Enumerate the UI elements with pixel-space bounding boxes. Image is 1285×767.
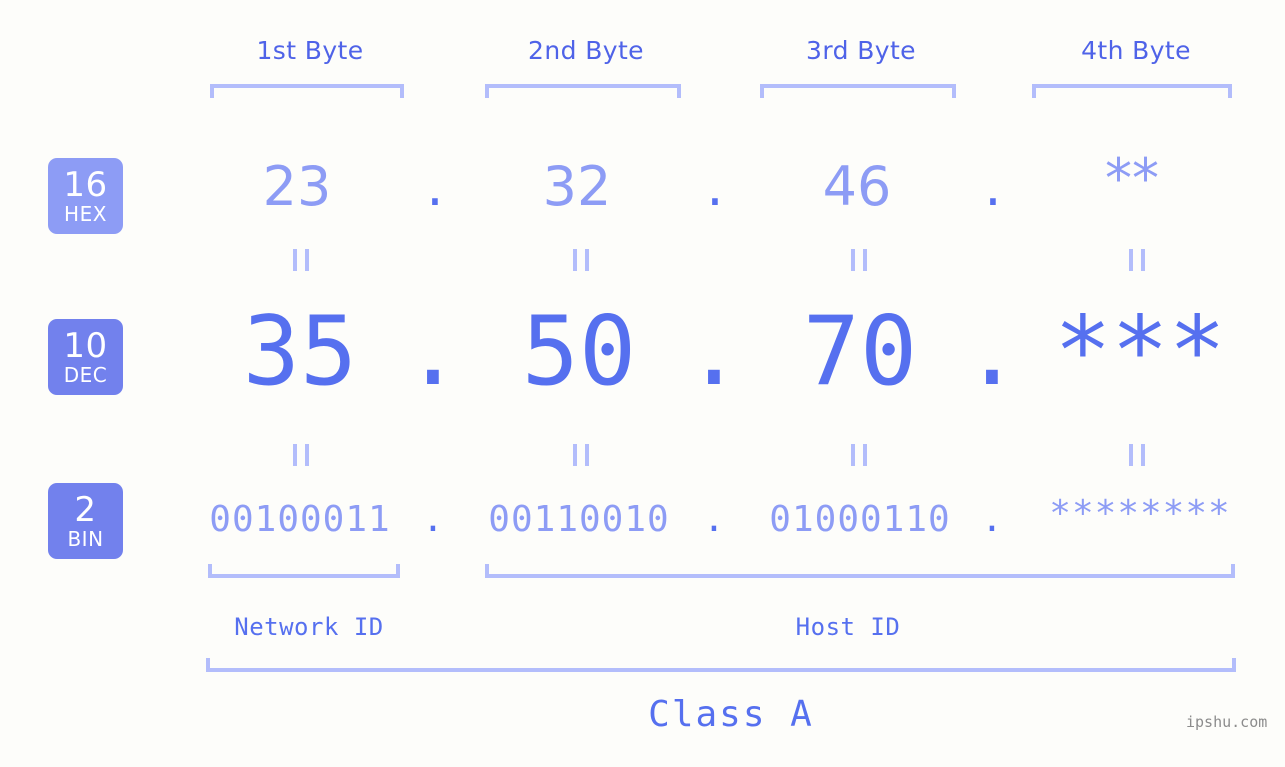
equality-mark-hex-dec-1 <box>281 249 321 271</box>
dec-byte-4: *** <box>1054 297 1226 407</box>
hex-byte-1: 23 <box>262 155 332 218</box>
equality-mark-hex-dec-2 <box>561 249 601 271</box>
watermark: ipshu.com <box>1186 713 1268 731</box>
class-bracket <box>206 658 1236 672</box>
byte-header-2: 2nd Byte <box>528 36 644 65</box>
bin-byte-4: ******** <box>1049 493 1231 534</box>
equality-mark-hex-dec-3 <box>839 249 879 271</box>
host-id-bracket <box>485 564 1235 578</box>
bin-separator-2: . <box>703 499 725 540</box>
bin-separator-1: . <box>422 499 444 540</box>
hex-byte-4: ** <box>1105 147 1159 210</box>
network-id-bracket <box>208 564 400 578</box>
base-badge-dec-number: 10 <box>63 326 108 366</box>
dec-byte-1: 35 <box>242 297 358 407</box>
dec-separator-2: . <box>685 297 743 407</box>
byte-bracket-1 <box>210 84 404 98</box>
hex-separator-1: . <box>426 155 444 218</box>
equality-mark-dec-bin-1 <box>281 444 321 466</box>
bin-byte-1: 00100011 <box>209 499 391 540</box>
dec-separator-3: . <box>963 297 1021 407</box>
byte-bracket-2 <box>485 84 681 98</box>
hex-separator-3: . <box>984 155 1002 218</box>
bin-byte-2: 00110010 <box>488 499 670 540</box>
hex-byte-2: 32 <box>542 155 612 218</box>
base-badge-dec-label: DEC <box>63 363 108 387</box>
class-label: Class A <box>648 694 814 735</box>
network-id-label: Network ID <box>234 613 384 641</box>
dec-separator-1: . <box>404 297 462 407</box>
base-badge-bin-label: BIN <box>67 527 104 551</box>
byte-bracket-4 <box>1032 84 1232 98</box>
base-badge-hex: 16 HEX <box>48 158 123 234</box>
base-badge-bin-number: 2 <box>74 490 97 530</box>
hex-separator-2: . <box>706 155 724 218</box>
bin-separator-3: . <box>981 499 1003 540</box>
byte-header-1: 1st Byte <box>256 36 364 65</box>
diagram-canvas: 1st Byte 2nd Byte 3rd Byte 4th Byte 16 H… <box>0 0 1285 767</box>
byte-header-3: 3rd Byte <box>806 36 916 65</box>
dec-byte-2: 50 <box>521 297 637 407</box>
hex-byte-3: 46 <box>822 155 892 218</box>
bin-byte-3: 01000110 <box>769 499 951 540</box>
byte-header-4: 4th Byte <box>1081 36 1191 65</box>
equality-mark-dec-bin-4 <box>1117 444 1157 466</box>
host-id-label: Host ID <box>795 613 901 641</box>
equality-mark-dec-bin-3 <box>839 444 879 466</box>
base-badge-bin: 2 BIN <box>48 483 123 559</box>
equality-mark-dec-bin-2 <box>561 444 601 466</box>
base-badge-hex-label: HEX <box>64 202 107 226</box>
equality-mark-hex-dec-4 <box>1117 249 1157 271</box>
byte-bracket-3 <box>760 84 956 98</box>
base-badge-hex-number: 16 <box>63 165 108 205</box>
base-badge-dec: 10 DEC <box>48 319 123 395</box>
dec-byte-3: 70 <box>802 297 918 407</box>
